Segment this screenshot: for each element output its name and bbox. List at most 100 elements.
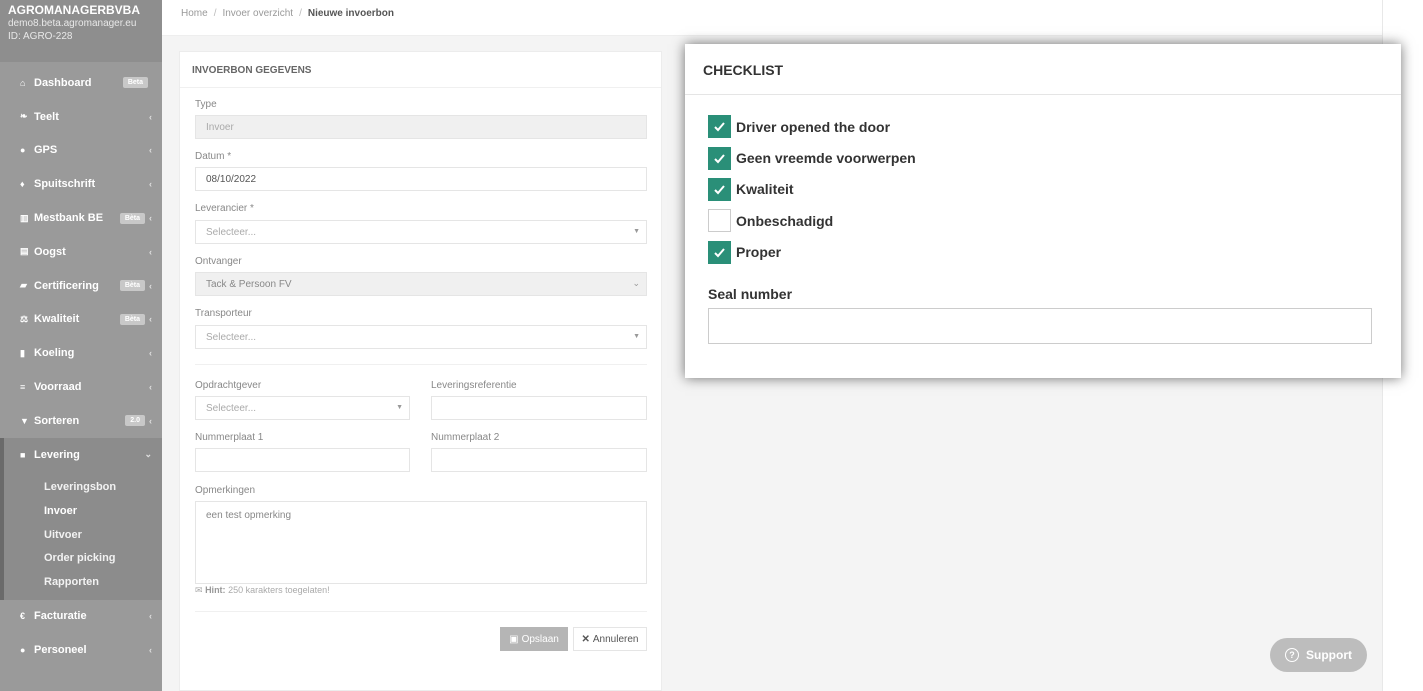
opmerkingen-label: Opmerkingen [195,485,256,496]
sidebar-item-facturatie[interactable]: € Facturatie ‹ [0,600,162,634]
breadcrumb: Home / Invoer overzicht / Nieuwe invoerb… [162,0,1383,36]
ontvanger-value: Tack & Persoon FV [206,279,292,290]
badge: Bèta [119,280,145,292]
sidebar-item-levering[interactable]: ■ Levering ⌄ [0,437,162,472]
breadcrumb-separator: / [299,8,302,19]
checkbox[interactable] [708,209,731,233]
seal-number-input[interactable] [708,308,1372,344]
leaf-icon: ❧ [20,111,28,122]
sidebar-nav: ⌂ Dashboard Beta ❧ Teelt ‹ ● GPS ‹ ♦ Spuitschrift ‹… [0,66,162,667]
ontvanger-select[interactable]: Tack & Persoon FV ⌄ [195,272,647,296]
sidebar-item-spuitschrift[interactable]: ♦ Spuitschrift ‹ [0,167,162,201]
list-icon: ≡ [20,382,26,393]
support-label: Support [1306,648,1352,662]
breadcrumb-current: Nieuwe invoerbon [307,8,394,19]
caret-down-icon: ▼ [633,333,640,340]
checklist-items: Driver opened the door Geen vreemde voorw… [708,111,916,268]
checklist-item[interactable]: Kwaliteit [708,174,916,205]
drop-icon: ♦ [20,179,25,190]
panel-title: INVOERBON GEGEVENS [180,52,661,88]
truck-icon: ■ [20,449,26,460]
checkmark-icon [714,185,725,195]
sidebar-item-label: Mestbank BE [34,212,104,225]
breadcrumb-home[interactable]: Home [181,8,208,19]
sidebar-item-mestbank-be[interactable]: ▥ Mestbank BE Bèta ‹ [0,201,162,235]
sidebar-item-label: Spuitschrift [34,178,96,191]
checklist-item-label: Proper [736,244,782,261]
transporteur-select[interactable]: Selecteer... ▼ [195,325,647,349]
chevron-left-icon: ‹ [149,348,152,359]
leverancier-value: Selecteer... [206,227,257,238]
comment-icon: ✉ [195,585,203,595]
euro-icon: € [20,611,26,622]
certificate-icon: ▰ [20,280,27,291]
filter-icon: ▼ [20,415,29,426]
nummerplaat2-input[interactable] [431,448,647,472]
type-label: Type [195,99,217,110]
sidebar-item-oogst[interactable]: ▤ Oogst ‹ [0,235,162,269]
sidebar: AGROMANAGERBVBA demo8.beta.agromanager.e… [0,0,162,691]
sidebar-item-kwaliteit[interactable]: ⚖ Kwaliteit Bèta ‹ [0,303,162,337]
sidebar-item-label: Teelt [34,110,59,123]
sidebar-item-koeling[interactable]: ▮ Koeling ‹ [0,336,162,370]
leverancier-select[interactable]: Selecteer... ▼ [195,220,647,244]
sidebar-item-label: Levering [34,448,80,461]
save-button[interactable]: ▣ Opslaan [500,627,568,651]
chevron-left-icon: ‹ [149,280,152,291]
transporteur-value: Selecteer... [206,332,257,343]
nummerplaat1-input[interactable] [195,448,410,472]
breadcrumb-parent[interactable]: Invoer overzicht [222,8,293,19]
checkbox[interactable] [708,115,731,139]
checklist-item[interactable]: Onbeschadigd [708,205,916,236]
seal-number-label: Seal number [708,286,793,302]
support-button[interactable]: ? Support [1270,638,1367,672]
sidebar-item-label: Certificering [34,279,99,292]
close-icon: ✕ [581,633,590,645]
levering-submenu: Leveringsbon Invoer Uitvoer Order picking Ra… [0,471,162,600]
invoerbon-form-panel: INVOERBON GEGEVENS Type Invoer Datum * 0… [179,51,662,691]
sidebar-item-teelt[interactable]: ❧ Teelt ‹ [0,100,162,134]
type-field: Invoer [195,115,647,139]
chevron-left-icon: ‹ [149,179,152,190]
sidebar-item-personeel[interactable]: ● Personeel ‹ [0,633,162,667]
datum-field[interactable]: 08/10/2022 [195,167,647,191]
sidebar-item-voorraad[interactable]: ≡ Voorraad ‹ [0,370,162,404]
submenu-item-leveringsbon[interactable]: Leveringsbon [4,476,162,500]
sidebar-item-label: Dashboard [34,76,92,89]
checklist-item[interactable]: Driver opened the door [708,111,916,142]
submenu-item-uitvoer[interactable]: Uitvoer [4,523,162,547]
sidebar-item-dashboard[interactable]: ⌂ Dashboard Beta [0,66,162,100]
submenu-item-order-picking[interactable]: Order picking [4,546,162,570]
opmerkingen-textarea[interactable]: een test opmerking [195,501,647,584]
divider [195,364,647,365]
checkbox[interactable] [708,146,731,170]
leveringsreferentie-label: Leveringsreferentie [431,380,517,391]
leveringsreferentie-input[interactable] [431,396,647,420]
checkmark-icon [714,248,725,258]
checklist-item[interactable]: Geen vreemde voorwerpen [708,142,916,173]
checklist-item[interactable]: Proper [708,237,916,268]
checkbox[interactable] [708,177,731,201]
sidebar-item-label: Koeling [34,347,75,360]
organization-id: ID: AGRO-228 [8,31,73,42]
submenu-item-rapporten[interactable]: Rapporten [4,570,162,594]
cancel-button-label: Annuleren [592,633,639,645]
floppy-icon: ▣ [509,633,519,645]
opdrachtgever-value: Selecteer... [206,403,257,414]
opdrachtgever-select[interactable]: Selecteer... ▼ [195,396,410,420]
caret-down-icon: ▼ [633,228,640,235]
sidebar-item-certificering[interactable]: ▰ Certificering Bèta ‹ [0,269,162,303]
help-icon: ? [1285,648,1299,662]
cancel-button[interactable]: ✕ Annuleren [573,627,647,651]
chevron-left-icon: ‹ [149,213,152,224]
chevron-left-icon: ‹ [149,314,152,325]
sidebar-item-gps[interactable]: ● GPS ‹ [0,134,162,168]
caret-down-icon: ▼ [396,404,403,411]
sidebar-item-sorteren[interactable]: ▼ Sorteren 2.0 ‹ [0,404,162,438]
chevron-left-icon: ‹ [149,246,152,257]
save-button-label: Opslaan [521,633,559,645]
sidebar-item-label: Oogst [34,245,66,258]
checkbox[interactable] [708,240,731,264]
brand-block: AGROMANAGERBVBA demo8.beta.agromanager.e… [0,0,162,62]
submenu-item-invoer[interactable]: Invoer [4,499,162,523]
